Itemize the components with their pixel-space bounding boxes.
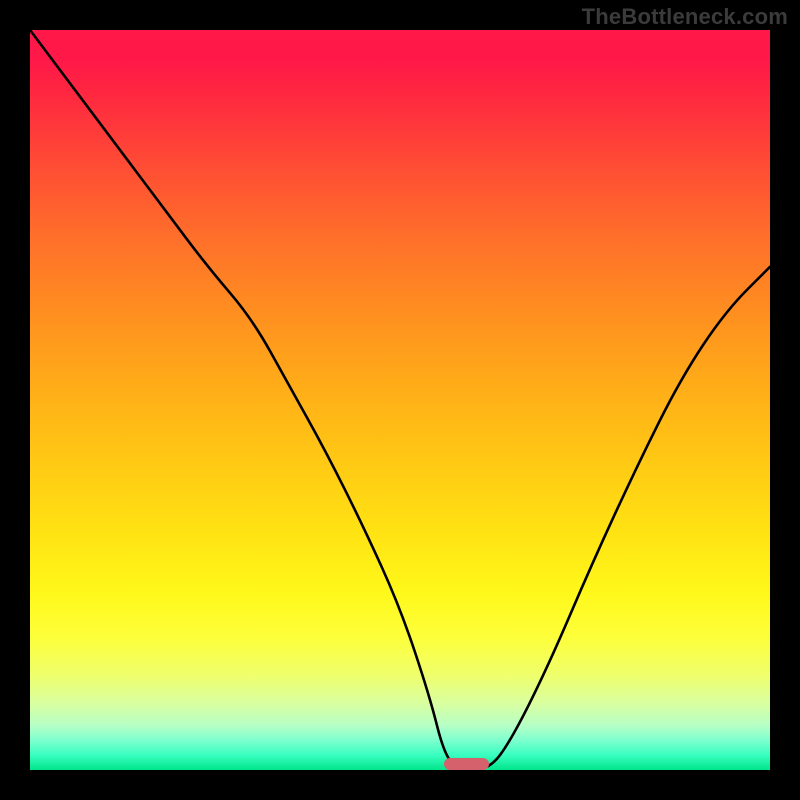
plot-area <box>30 30 770 770</box>
chart-frame: TheBottleneck.com <box>0 0 800 800</box>
watermark-text: TheBottleneck.com <box>582 4 788 30</box>
bottleneck-curve-path <box>30 30 770 770</box>
curve-svg <box>30 30 770 770</box>
optimal-marker <box>444 758 488 770</box>
